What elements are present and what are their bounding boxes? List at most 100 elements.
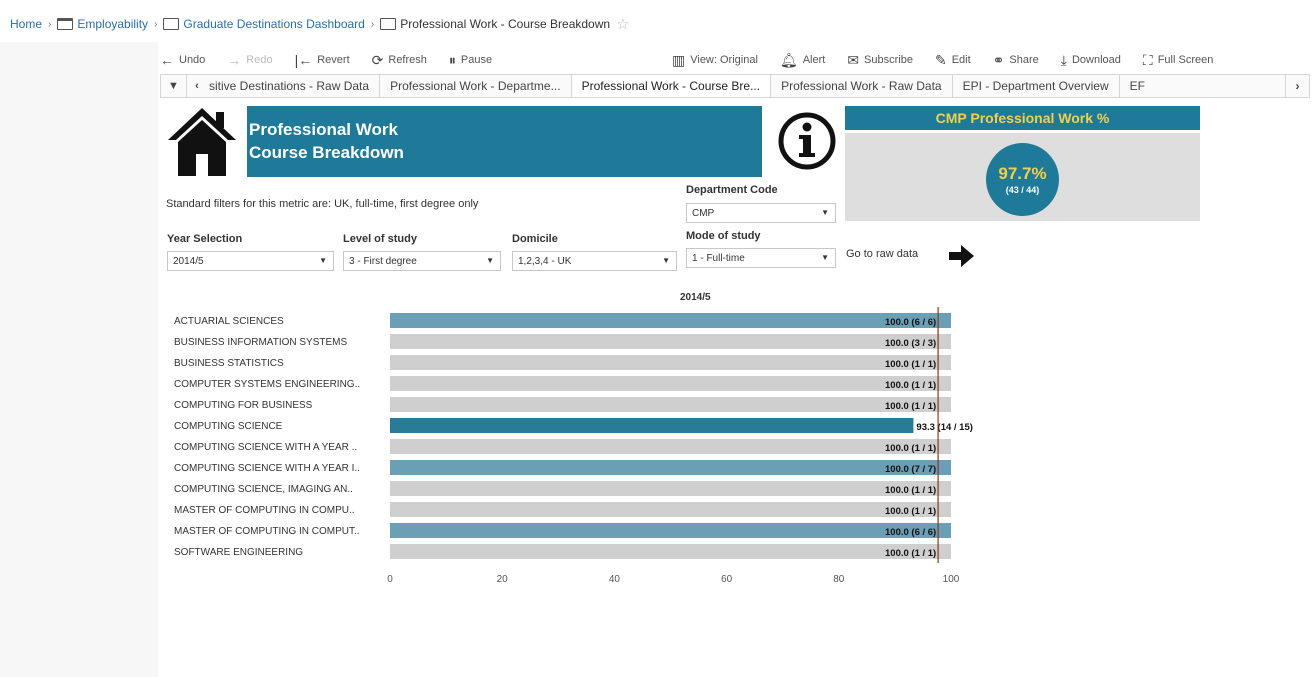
download-icon: ⤓ xyxy=(1060,51,1067,68)
category-label: MASTER OF COMPUTING IN COMPU.. xyxy=(174,505,355,516)
mode-select[interactable]: 1 - Full-time ▼ xyxy=(686,248,836,268)
redo-icon: → xyxy=(227,52,242,68)
refresh-icon: ⟳ xyxy=(371,51,384,68)
pause-icon: ⏸ xyxy=(448,51,456,68)
bar xyxy=(390,397,951,412)
info-icon[interactable] xyxy=(777,111,837,171)
tab-epi-department-overview[interactable]: EPI - Department Overview xyxy=(953,75,1120,97)
bar xyxy=(390,313,951,328)
toolbar-right-group: ▥ View: Original 🔔︎ Alert ✉ Subscribe ✎ Edit… xyxy=(672,52,1235,69)
tab-prev-button[interactable]: ‹ xyxy=(187,75,207,97)
redo-label: Redo xyxy=(246,54,273,66)
pause-button[interactable]: ⏸ Pause xyxy=(449,52,492,69)
refresh-button[interactable]: ⟳ Refresh xyxy=(372,52,427,69)
domicile-select[interactable]: 1,2,3,4 - UK ▼ xyxy=(512,251,677,271)
workbook-icon xyxy=(163,18,180,30)
go-to-raw-data-link[interactable]: Go to raw data xyxy=(846,248,918,260)
chevron-down-icon: ▼ xyxy=(821,253,829,262)
category-label: ACTUARIAL SCIENCES xyxy=(174,316,284,327)
tab-professional-work-department[interactable]: Professional Work - Departme... xyxy=(380,75,572,97)
breadcrumb-current: Professional Work - Course Breakdown xyxy=(380,17,610,31)
undo-button[interactable]: ← Undo xyxy=(160,52,205,68)
chart-view-icon: ▥ xyxy=(672,51,686,68)
domicile-value: 1,2,3,4 - UK xyxy=(518,255,572,267)
tab-positive-destinations-raw[interactable]: sitive Destinations - Raw Data xyxy=(207,75,381,97)
chevron-down-icon: ▼ xyxy=(319,256,327,265)
level-select[interactable]: 3 - First degree ▼ xyxy=(343,251,501,271)
breadcrumb-employability-label: Employability xyxy=(77,17,149,31)
edit-button[interactable]: ✎ Edit xyxy=(935,52,971,69)
breadcrumb-current-label: Professional Work - Course Breakdown xyxy=(400,17,611,31)
bar xyxy=(390,502,951,517)
category-label: COMPUTING SCIENCE WITH A YEAR .. xyxy=(174,442,357,453)
kpi-circle: 97.7% (43 / 44) xyxy=(986,143,1059,216)
tab-professional-work-raw[interactable]: Professional Work - Raw Data xyxy=(771,75,953,97)
bar-value-label: 100.0 (1 / 1) xyxy=(885,401,936,412)
chevron-down-icon: ▼ xyxy=(486,256,494,265)
chevron-left-icon: ‹ xyxy=(195,80,199,92)
tab-label: Professional Work - Course Bre... xyxy=(581,79,761,93)
view-original-label: View: Original xyxy=(690,54,758,66)
bar-value-label: 100.0 (1 / 1) xyxy=(885,443,936,454)
subscribe-label: Subscribe xyxy=(864,54,913,66)
bar xyxy=(390,481,951,496)
alert-button[interactable]: 🔔︎ Alert xyxy=(780,52,825,69)
breadcrumb-home[interactable]: Home xyxy=(10,17,42,31)
category-label: MASTER OF COMPUTING IN COMPUT.. xyxy=(174,526,360,537)
level-label: Level of study xyxy=(343,233,417,245)
breadcrumb-dashboard[interactable]: Graduate Destinations Dashboard xyxy=(163,17,365,31)
bar xyxy=(390,334,951,349)
department-select[interactable]: CMP ▼ xyxy=(686,203,836,223)
subscribe-button[interactable]: ✉ Subscribe xyxy=(847,52,913,69)
bar-value-label: 100.0 (3 / 3) xyxy=(885,338,936,349)
chart-title: 2014/5 xyxy=(680,292,711,303)
download-label: Download xyxy=(1071,54,1121,66)
full-screen-button[interactable]: ⛶ Full Screen xyxy=(1143,52,1213,69)
x-tick-label: 100 xyxy=(943,574,960,585)
year-label: Year Selection xyxy=(167,233,243,245)
chevron-right-icon: › xyxy=(1295,79,1300,93)
tab-menu-dropdown[interactable]: ▼ xyxy=(161,75,187,97)
page-title: Professional Work Course Breakdown xyxy=(247,106,762,177)
pause-label: Pause xyxy=(460,54,493,66)
kpi-panel: 97.7% (43 / 44) xyxy=(845,133,1200,221)
share-button[interactable]: ⚭ Share xyxy=(993,52,1039,69)
department-label: Department Code xyxy=(686,184,778,196)
redo-button[interactable]: → Redo xyxy=(227,52,272,68)
revert-button[interactable]: |← Revert xyxy=(295,52,350,68)
bar-value-label: 100.0 (6 / 6) xyxy=(885,317,936,328)
arrow-right-icon[interactable] xyxy=(947,244,975,268)
tab-professional-work-course[interactable]: Professional Work - Course Bre... xyxy=(571,75,772,97)
mode-label: Mode of study xyxy=(686,230,761,242)
tab-next-button[interactable]: › xyxy=(1285,75,1309,97)
domicile-label: Domicile xyxy=(512,233,558,245)
revert-label: Revert xyxy=(317,54,350,66)
chevron-down-icon: ▼ xyxy=(821,208,829,217)
tab-ef[interactable]: EF xyxy=(1120,75,1155,97)
x-tick-label: 60 xyxy=(721,574,733,585)
category-label: COMPUTING SCIENCE WITH A YEAR I.. xyxy=(174,463,360,474)
home-icon[interactable] xyxy=(166,106,238,178)
favorite-star-icon[interactable]: ☆ xyxy=(616,15,629,33)
full-screen-label: Full Screen xyxy=(1157,54,1214,66)
category-label: SOFTWARE ENGINEERING xyxy=(174,547,303,558)
bell-icon: 🔔︎ xyxy=(779,51,798,68)
bar-value-label: 100.0 (1 / 1) xyxy=(885,548,936,559)
department-value: CMP xyxy=(692,207,715,219)
category-label: BUSINESS STATISTICS xyxy=(174,358,284,369)
kpi-count: (43 / 44) xyxy=(1005,185,1040,195)
bar-value-label: 100.0 (6 / 6) xyxy=(885,527,936,538)
undo-label: Undo xyxy=(179,54,206,66)
tab-label: sitive Destinations - Raw Data xyxy=(209,79,370,93)
download-button[interactable]: ⤓ Download xyxy=(1061,52,1121,69)
year-select[interactable]: 2014/5 ▼ xyxy=(167,251,334,271)
tab-label: EPI - Department Overview xyxy=(962,79,1109,93)
view-original-button[interactable]: ▥ View: Original xyxy=(672,52,758,69)
bar xyxy=(390,544,951,559)
breadcrumb-employability[interactable]: Employability xyxy=(57,17,148,31)
view-icon xyxy=(380,18,397,30)
bar xyxy=(390,376,951,391)
year-value: 2014/5 xyxy=(173,255,204,267)
pencil-icon: ✎ xyxy=(934,51,947,68)
alert-label: Alert xyxy=(802,54,826,66)
